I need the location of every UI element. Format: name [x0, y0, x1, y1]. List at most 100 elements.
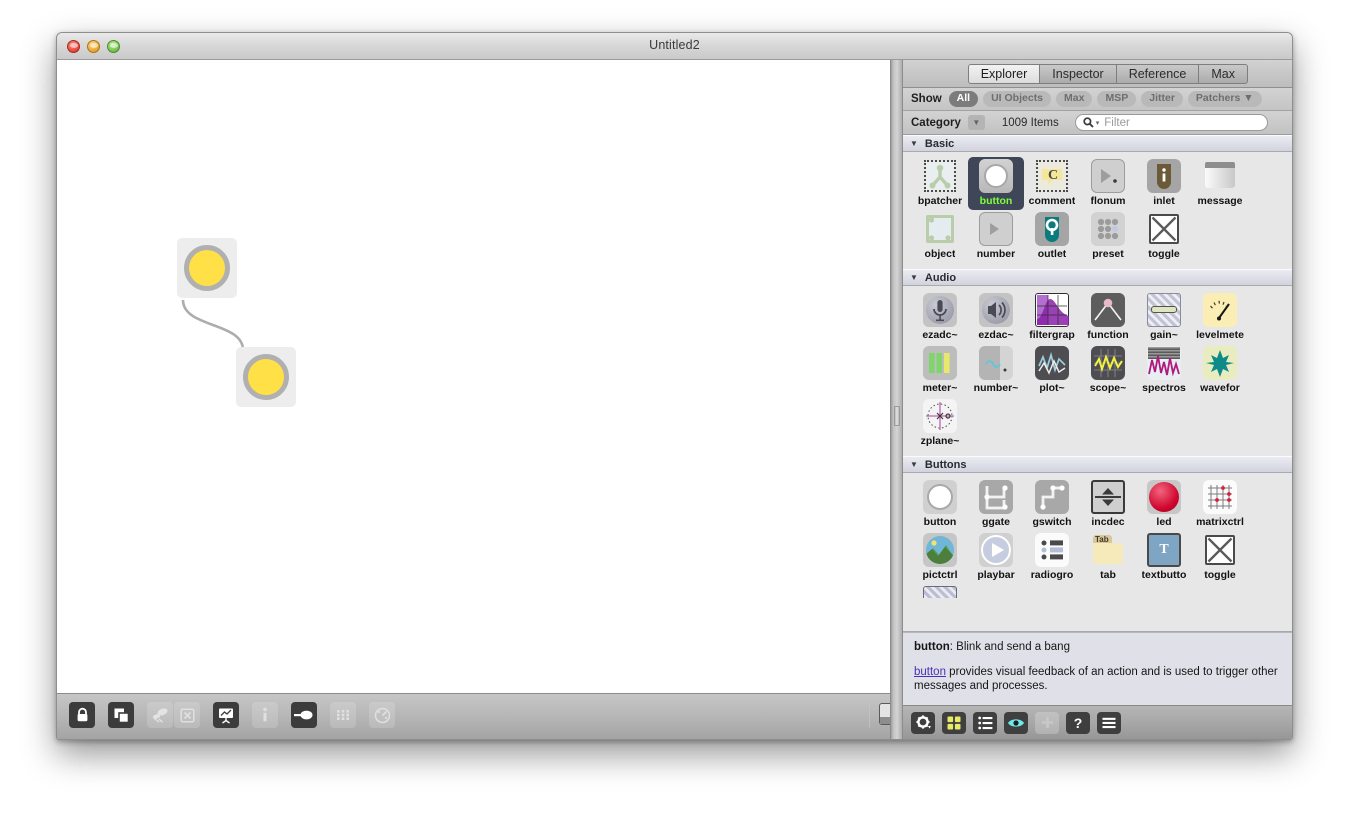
description-link[interactable]: button: [914, 666, 946, 678]
grid-view-icon[interactable]: [942, 712, 966, 734]
info-icon[interactable]: [252, 702, 278, 728]
debug-icon[interactable]: [369, 702, 395, 728]
palette-item-label: led: [1156, 516, 1171, 528]
palette-item-led[interactable]: led: [1136, 478, 1192, 531]
object-browser[interactable]: ▼ Basic: [903, 135, 1292, 632]
sidebar-tabbar: Explorer Inspector Reference Max: [903, 60, 1292, 88]
disclosure-triangle-icon[interactable]: ▼: [910, 139, 918, 148]
palette-item-zplane[interactable]: zplane~: [912, 397, 968, 450]
palette-item-ezadc[interactable]: ezadc~: [912, 291, 968, 344]
palette-item-gain[interactable]: gain~: [1136, 291, 1192, 344]
palette-item-flonum[interactable]: flonum: [1080, 157, 1136, 210]
snapshot-icon[interactable]: [147, 702, 173, 728]
palette-item-tab[interactable]: Tab tab: [1080, 531, 1136, 584]
palette-item-partial[interactable]: [912, 584, 968, 601]
filter-pill-jitter[interactable]: Jitter: [1141, 91, 1183, 107]
palette-item-levelmeter[interactable]: levelmete: [1192, 291, 1248, 344]
palette-item-pictctrl[interactable]: pictctrl: [912, 531, 968, 584]
filter-pill-patchers[interactable]: Patchers ▼: [1188, 91, 1262, 107]
palette-item-button[interactable]: button: [912, 478, 968, 531]
palette-item-filtergraph[interactable]: filtergrap: [1024, 291, 1080, 344]
palette-item-toggle[interactable]: toggle: [1192, 531, 1248, 584]
palette-item-preset[interactable]: preset: [1080, 210, 1136, 263]
pictctrl-icon: [923, 533, 957, 567]
palette-item-matrixctrl[interactable]: matrixctrl: [1192, 478, 1248, 531]
group-header-audio[interactable]: ▼ Audio: [903, 269, 1292, 286]
meter-icon: [923, 346, 957, 380]
pane-splitter[interactable]: [890, 60, 903, 739]
disclosure-triangle-icon[interactable]: ▼: [910, 273, 918, 282]
bang-object-2[interactable]: [236, 347, 296, 407]
disclosure-triangle-icon[interactable]: ▼: [910, 460, 918, 469]
grid-icon[interactable]: [330, 702, 356, 728]
palette-item-comment[interactable]: C comment: [1024, 157, 1080, 210]
page-title: Untitled2: [57, 38, 1292, 52]
filter-pill-msp[interactable]: MSP: [1097, 91, 1136, 107]
palette-item-bpatcher[interactable]: bpatcher: [912, 157, 968, 210]
inspector-icon[interactable]: [213, 702, 239, 728]
patch-cord-layer: [57, 60, 890, 695]
palette-item-button[interactable]: button: [968, 157, 1024, 210]
help-question-icon[interactable]: ?: [1066, 712, 1090, 734]
tab-reference[interactable]: Reference: [1117, 64, 1200, 84]
lock-unlock-icon[interactable]: [69, 702, 95, 728]
palette-item-label: ggate: [982, 516, 1010, 528]
search-dropdown-caret-icon[interactable]: ▾: [1096, 119, 1100, 127]
patch-cord-1[interactable]: [183, 300, 243, 350]
palette-item-label: number: [977, 248, 1016, 260]
group-header-buttons[interactable]: ▼ Buttons: [903, 456, 1292, 473]
palette-item-scope[interactable]: scope~: [1080, 344, 1136, 397]
palette-item-playbar[interactable]: playbar: [968, 531, 1024, 584]
clear-icon[interactable]: [174, 702, 200, 728]
splitter-grip[interactable]: [894, 406, 900, 426]
tab-explorer[interactable]: Explorer: [968, 64, 1041, 84]
filtergraph-icon: [1035, 293, 1069, 327]
palette-item-label: playbar: [977, 569, 1014, 581]
bang-object-1[interactable]: [177, 238, 237, 298]
palette-item-label: spectros: [1142, 382, 1186, 394]
tab-max[interactable]: Max: [1199, 64, 1248, 84]
palette-item-meter[interactable]: meter~: [912, 344, 968, 397]
led-icon: [1147, 480, 1181, 514]
matrixctrl-icon: [1203, 480, 1237, 514]
palette-item-function[interactable]: function: [1080, 291, 1136, 344]
zplane-icon: [923, 399, 957, 433]
search-field[interactable]: ▾: [1075, 114, 1268, 131]
search-input[interactable]: [1104, 117, 1260, 129]
menu-lines-icon[interactable]: [1097, 712, 1121, 734]
filter-pill-max[interactable]: Max: [1056, 91, 1092, 107]
chevron-down-icon[interactable]: ▼: [968, 115, 985, 130]
palette-item-outlet[interactable]: outlet: [1024, 210, 1080, 263]
sidebar: Explorer Inspector Reference Max Show Al…: [903, 60, 1292, 739]
palette-item-message[interactable]: message: [1192, 157, 1248, 210]
group-header-basic[interactable]: ▼ Basic: [903, 135, 1292, 152]
filter-pill-ui-objects[interactable]: UI Objects: [983, 91, 1051, 107]
palette-item-textbutton[interactable]: T textbutto: [1136, 531, 1192, 584]
description-body-text: provides visual feedback of an action an…: [914, 666, 1278, 692]
presentation-mode-icon[interactable]: [108, 702, 134, 728]
palette-item-waveform[interactable]: wavefor: [1192, 344, 1248, 397]
list-view-icon[interactable]: [973, 712, 997, 734]
palette-item-radiogroup[interactable]: radiogro: [1024, 531, 1080, 584]
palette-item-plot[interactable]: plot~: [1024, 344, 1080, 397]
palette-item-gswitch[interactable]: gswitch: [1024, 478, 1080, 531]
filter-pill-all[interactable]: All: [949, 91, 978, 107]
palette-item-toggle[interactable]: toggle: [1136, 210, 1192, 263]
palette-item-label: message: [1198, 195, 1243, 207]
palette-item-ggate[interactable]: ggate: [968, 478, 1024, 531]
palette-item-incdec[interactable]: incdec: [1080, 478, 1136, 531]
radiogroup-icon: [1035, 533, 1069, 567]
add-plus-icon[interactable]: [1035, 712, 1059, 734]
palette-item-ezdac[interactable]: ezdac~: [968, 291, 1024, 344]
description-body: button provides visual feedback of an ac…: [914, 665, 1281, 694]
settings-gear-icon[interactable]: [911, 712, 935, 734]
palette-item-number[interactable]: number: [968, 210, 1024, 263]
send-icon[interactable]: [291, 702, 317, 728]
palette-item-inlet[interactable]: inlet: [1136, 157, 1192, 210]
palette-item-object[interactable]: object: [912, 210, 968, 263]
patcher-canvas[interactable]: [57, 60, 890, 695]
eye-visibility-icon[interactable]: [1004, 712, 1028, 734]
palette-item-number-tilde[interactable]: number~: [968, 344, 1024, 397]
palette-item-spectroscope[interactable]: spectros: [1136, 344, 1192, 397]
tab-inspector[interactable]: Inspector: [1040, 64, 1116, 84]
